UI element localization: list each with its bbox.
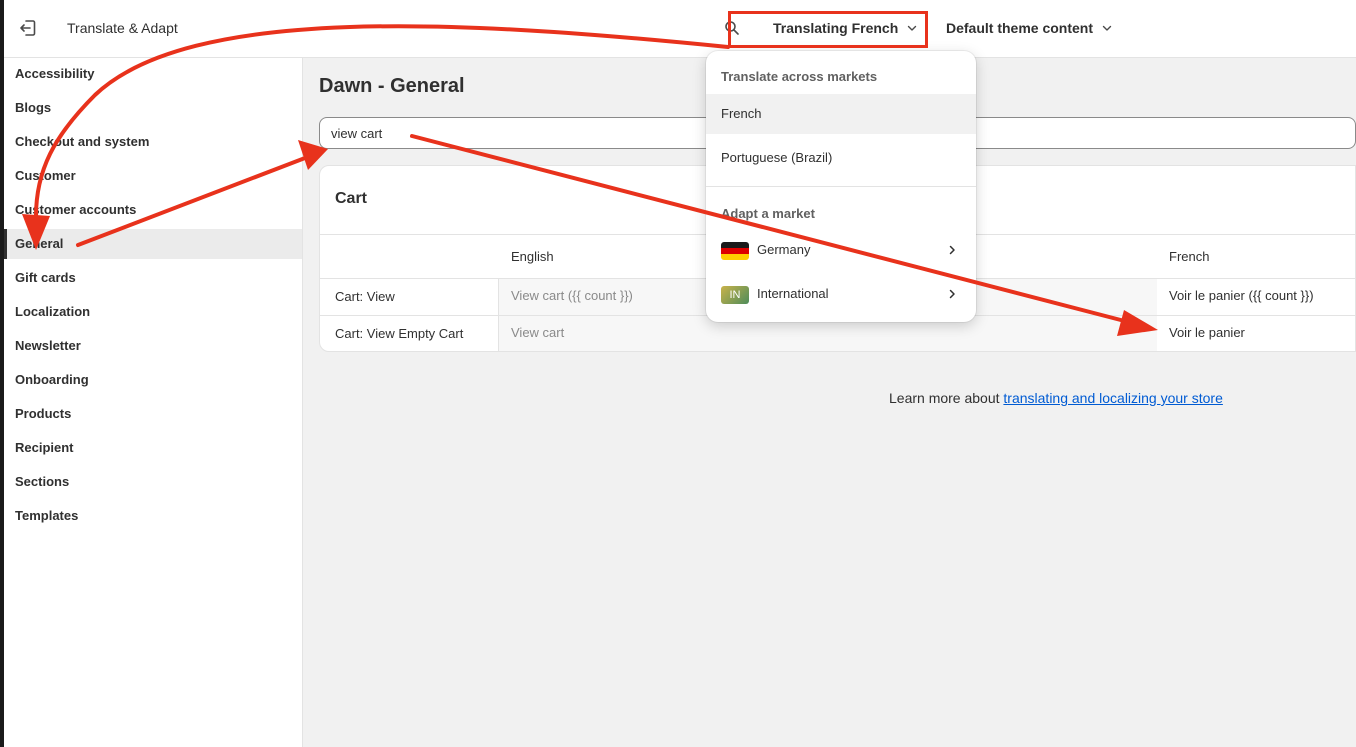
sidebar-item-sections[interactable]: Sections [4, 467, 302, 497]
theme-dropdown-label: Default theme content [946, 20, 1094, 36]
learn-more-link[interactable]: translating and localizing your store [1003, 390, 1222, 406]
translate-heading: Translate across markets [721, 69, 878, 84]
popover-divider [706, 186, 976, 187]
column-header-target: French [1169, 249, 1210, 264]
sidebar-item-products[interactable]: Products [4, 399, 302, 429]
sidebar-item-customer-accounts[interactable]: Customer accounts [4, 195, 302, 225]
theme-dropdown[interactable]: Default theme content [946, 20, 1113, 36]
learn-more-prefix: Learn more about [889, 390, 1004, 406]
app-title: Translate & Adapt [67, 20, 178, 36]
annotation-highlight-box [728, 11, 928, 48]
sidebar-item-blogs[interactable]: Blogs [4, 93, 302, 123]
sidebar-item-accessibility[interactable]: Accessibility [4, 59, 302, 89]
sidebar-item-newsletter[interactable]: Newsletter [4, 331, 302, 361]
locale-popover: Translate across markets French Portugue… [706, 51, 976, 322]
international-badge-icon: IN [721, 286, 749, 304]
exit-icon[interactable] [18, 18, 38, 38]
card-title: Cart [335, 190, 368, 207]
column-header-source: English [511, 249, 554, 264]
sidebar-item-gift-cards[interactable]: Gift cards [4, 263, 302, 293]
chevron-right-icon [949, 289, 955, 299]
top-bar [4, 0, 1356, 58]
sidebar-item-localization[interactable]: Localization [4, 297, 302, 327]
sidebar-item-templates[interactable]: Templates [4, 501, 302, 531]
page-title: Dawn - General [319, 75, 465, 97]
market-option-international[interactable]: IN International [706, 275, 976, 315]
market-option-germany[interactable]: Germany [706, 231, 976, 271]
row-key: Cart: View Empty Cart [320, 316, 499, 351]
germany-flag-icon [721, 242, 749, 260]
language-option-portuguese-brazil[interactable]: Portuguese (Brazil) [706, 138, 976, 178]
sidebar-item-recipient[interactable]: Recipient [4, 433, 302, 463]
adapt-heading: Adapt a market [721, 206, 815, 221]
learn-more-text: Learn more about translating and localiz… [889, 390, 1223, 406]
row-key: Cart: View [320, 279, 499, 315]
chevron-down-icon [1102, 25, 1112, 31]
sidebar-item-onboarding[interactable]: Onboarding [4, 365, 302, 395]
translation-field[interactable]: Voir le panier [1157, 316, 1355, 351]
language-option-french[interactable]: French [706, 94, 976, 134]
market-label: International [757, 286, 829, 301]
market-label: Germany [757, 242, 811, 257]
translation-field[interactable]: Voir le panier ({{ count }}) [1157, 279, 1355, 315]
sidebar-item-customer[interactable]: Customer [4, 161, 302, 191]
sidebar-item-general[interactable]: General [4, 229, 302, 259]
sidebar: Accessibility Blogs Checkout and system … [4, 58, 303, 747]
sidebar-item-checkout-and-system[interactable]: Checkout and system [4, 127, 302, 157]
chevron-right-icon [949, 245, 955, 255]
